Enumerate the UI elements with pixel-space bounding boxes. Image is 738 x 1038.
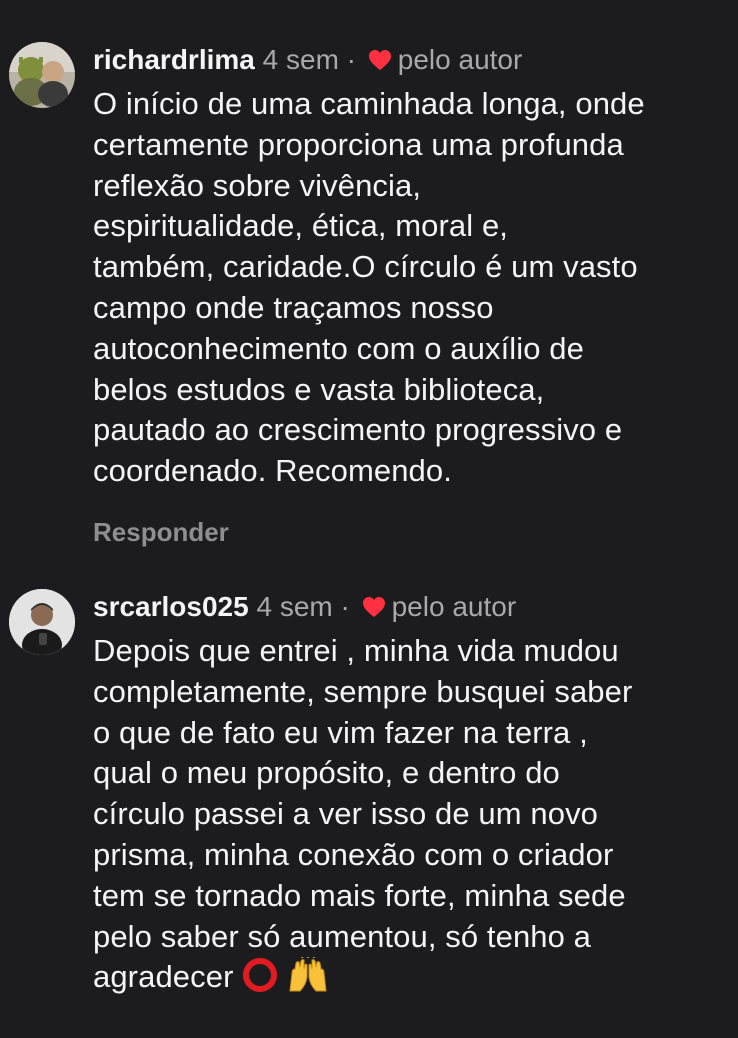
heart-icon	[362, 596, 386, 618]
comment-meta: richardrlima 4 sem · pelo autor	[93, 40, 723, 80]
comment-meta: srcarlos025 4 sem · pelo autor	[93, 587, 723, 627]
comment-content: srcarlos025 4 sem · pelo autor Depois qu…	[93, 587, 723, 998]
username[interactable]: srcarlos025	[93, 591, 249, 622]
separator-dot: ·	[340, 591, 350, 622]
raising-hands-icon	[286, 957, 330, 993]
timestamp: 4 sem	[262, 44, 339, 75]
heart-icon	[368, 49, 392, 71]
avatar[interactable]	[9, 42, 75, 108]
comment-text: O início de uma caminhada longa, onde ce…	[93, 86, 645, 489]
red-circle-ring-icon	[240, 957, 280, 993]
separator-dot: ·	[346, 44, 356, 75]
comment-text: Depois que entrei , minha vida mudou com…	[93, 631, 723, 998]
comment-content: richardrlima 4 sem · pelo autor O início…	[93, 40, 723, 548]
comment-text-content: Depois que entrei , minha vida mudou com…	[93, 633, 633, 995]
reply-button[interactable]: Responder	[93, 517, 723, 548]
liked-by-author-label: pelo autor	[391, 591, 517, 622]
timestamp: 4 sem	[256, 591, 333, 622]
avatar[interactable]	[9, 589, 75, 655]
liked-by-author-label: pelo autor	[397, 44, 523, 75]
username[interactable]: richardrlima	[93, 44, 255, 75]
